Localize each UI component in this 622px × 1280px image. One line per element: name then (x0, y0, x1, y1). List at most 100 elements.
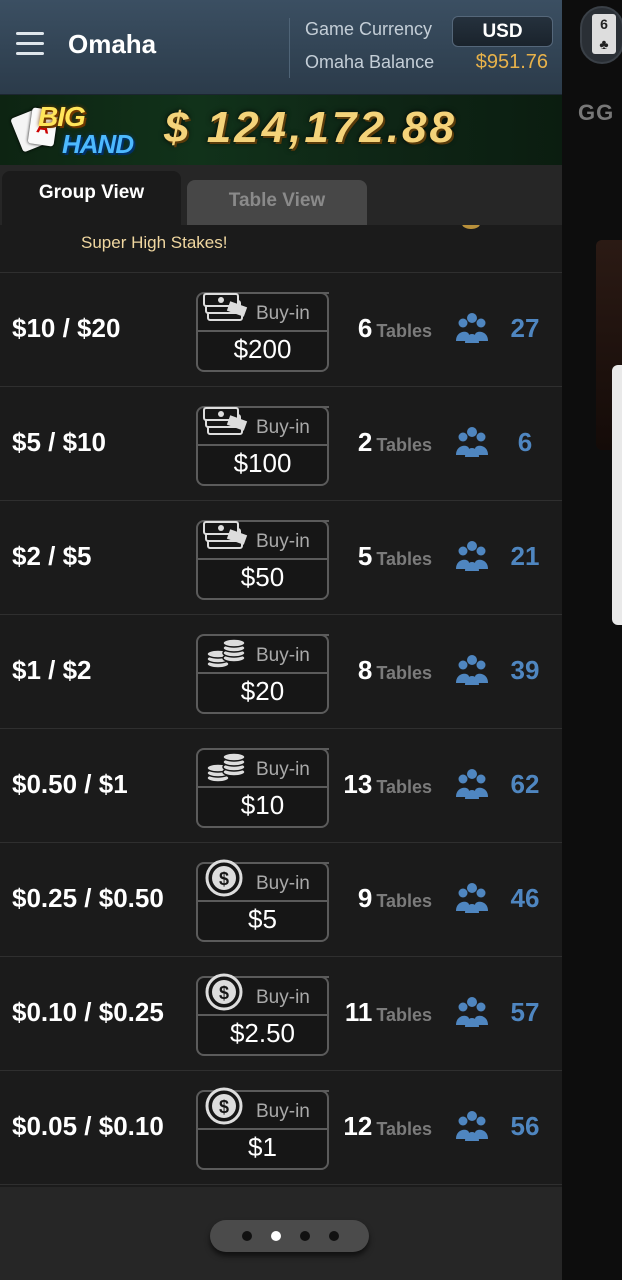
table-row[interactable]: $0.50 / $1 Buy-in $10 13 Tables 62 (0, 729, 562, 843)
big-hand-logo-bottom: HAND (62, 129, 134, 159)
big-hand-jackpot-banner[interactable]: A BIG HAND $ 124,172.88 (0, 95, 562, 165)
buyin-label: Buy-in (256, 873, 310, 894)
cash-stack-icon (202, 402, 250, 442)
stakes-label: $2 / $5 (12, 541, 92, 571)
tables-count: 5 (357, 541, 373, 571)
card-game-icon[interactable]: 6 ♣ (580, 6, 622, 64)
players-icon (455, 539, 489, 573)
svg-text:$: $ (219, 869, 229, 889)
svg-text:$: $ (219, 1097, 229, 1117)
players-icon (455, 425, 489, 459)
footer (0, 1187, 562, 1280)
tables-info: 11 Tables (320, 997, 432, 1028)
buyin-box: Buy-in $10 (196, 748, 329, 828)
page-indicator[interactable] (210, 1220, 369, 1252)
page-dot[interactable] (300, 1231, 310, 1241)
table-row[interactable]: $10 / $20 Buy-in $200 6 Tables 27 (0, 273, 562, 387)
tables-count: 9 (357, 883, 373, 913)
dollar-coin-icon: $ (202, 858, 250, 898)
tables-count: 13 (343, 769, 373, 799)
cash-stack-icon (202, 516, 250, 556)
tables-info: 5 Tables (320, 541, 432, 572)
buyin-label: Buy-in (256, 645, 310, 666)
tables-label: Tables (376, 321, 432, 341)
dollar-coin-icon: $ (202, 972, 250, 1012)
tables-count: 2 (357, 427, 373, 457)
dollar-coin-icon: $ (202, 1086, 250, 1126)
tables-count: 8 (357, 655, 373, 685)
page-dot[interactable] (329, 1231, 339, 1241)
buyin-box: Buy-in $20 (196, 634, 329, 714)
buyin-value: $2.50 (229, 1018, 296, 1048)
players-count: 21 (510, 541, 540, 571)
list-item-partial[interactable]: Super High Stakes! (0, 225, 562, 273)
page-title: Omaha (68, 29, 157, 59)
players-count: 39 (510, 655, 540, 685)
buyin-box: Buy-in $200 (196, 292, 329, 372)
stakes-list: Super High Stakes! $10 / $20 Buy-in $200 6 T… (0, 225, 562, 1187)
stakes-label: $0.25 / $0.50 (12, 883, 164, 913)
table-row[interactable]: $1 / $2 Buy-in $20 8 Tables 39 (0, 615, 562, 729)
players-icon (455, 767, 489, 801)
page-dot[interactable] (242, 1231, 252, 1241)
buyin-label: Buy-in (256, 1101, 310, 1122)
tables-info: 2 Tables (320, 427, 432, 458)
header-divider (289, 18, 290, 78)
tables-count: 11 (344, 997, 373, 1027)
table-row[interactable]: $0.25 / $0.50 $ Buy-in $5 9 Tables 46 (0, 843, 562, 957)
buyin-box: $ Buy-in $2.50 (196, 973, 329, 1056)
players-icon (455, 653, 489, 687)
tables-info: 9 Tables (320, 883, 432, 914)
tables-label: Tables (376, 1119, 432, 1139)
buyin-value: $5 (248, 904, 277, 934)
players-count: 62 (510, 769, 540, 799)
tables-count: 6 (357, 313, 373, 343)
svg-text:$: $ (219, 983, 229, 1003)
tables-label: Tables (376, 549, 432, 569)
players-icon (455, 1109, 489, 1143)
coin-stack-icon (202, 630, 250, 670)
buyin-label: Buy-in (256, 417, 310, 438)
players-count: 46 (510, 883, 540, 913)
balance-label: Omaha Balance (305, 52, 435, 72)
table-row[interactable]: $2 / $5 Buy-in $50 5 Tables 21 (0, 501, 562, 615)
players-count: 6 (517, 427, 533, 457)
tables-info: 6 Tables (320, 313, 432, 344)
balance-value: $951.76 (475, 51, 548, 73)
table-row[interactable]: $5 / $10 Buy-in $100 2 Tables 6 (0, 387, 562, 501)
buyin-label: Buy-in (256, 303, 310, 324)
table-row[interactable]: $0.05 / $0.10 $ Buy-in $1 12 Tables 56 (0, 1071, 562, 1185)
tables-label: Tables (376, 891, 432, 911)
players-icon (455, 881, 489, 915)
stakes-label: $10 / $20 (12, 313, 121, 343)
background-app-logo-text: GG (578, 100, 615, 125)
tables-label: Tables (376, 435, 432, 455)
buyin-box: Buy-in $50 (196, 520, 329, 600)
buyin-value: $100 (233, 448, 292, 478)
page-dot[interactable] (271, 1231, 281, 1241)
hamburger-menu-icon[interactable] (16, 32, 44, 60)
tables-label: Tables (376, 663, 432, 683)
currency-selector-button[interactable]: USD (452, 16, 553, 47)
stakes-label: $0.10 / $0.25 (12, 997, 164, 1027)
buyin-box: $ Buy-in $5 (196, 859, 329, 942)
omaha-lobby-panel: Omaha Game Currency USD Omaha Balance $9… (0, 0, 562, 1280)
tables-label: Tables (376, 777, 432, 797)
tab-group-view[interactable]: Group View (2, 171, 181, 225)
tables-label: Tables (376, 1005, 432, 1025)
tables-info: 13 Tables (320, 769, 432, 800)
stakes-label: $1 / $2 (12, 655, 92, 685)
tables-info: 12 Tables (320, 1111, 432, 1142)
players-count: 56 (510, 1111, 540, 1141)
buyin-value: $20 (240, 676, 285, 706)
players-count: 27 (510, 313, 540, 343)
tab-table-view[interactable]: Table View (187, 180, 367, 225)
stakes-label: $0.05 / $0.10 (12, 1111, 164, 1141)
stakes-label: $0.50 / $1 (12, 769, 128, 799)
coin-stack-icon (202, 744, 250, 784)
buyin-value: $50 (240, 562, 285, 592)
view-tabs: Group View Table View (0, 165, 562, 225)
table-row[interactable]: $0.10 / $0.25 $ Buy-in $2.50 11 Tables 57 (0, 957, 562, 1071)
stakes-label: $5 / $10 (12, 427, 106, 457)
buyin-label: Buy-in (256, 759, 310, 780)
